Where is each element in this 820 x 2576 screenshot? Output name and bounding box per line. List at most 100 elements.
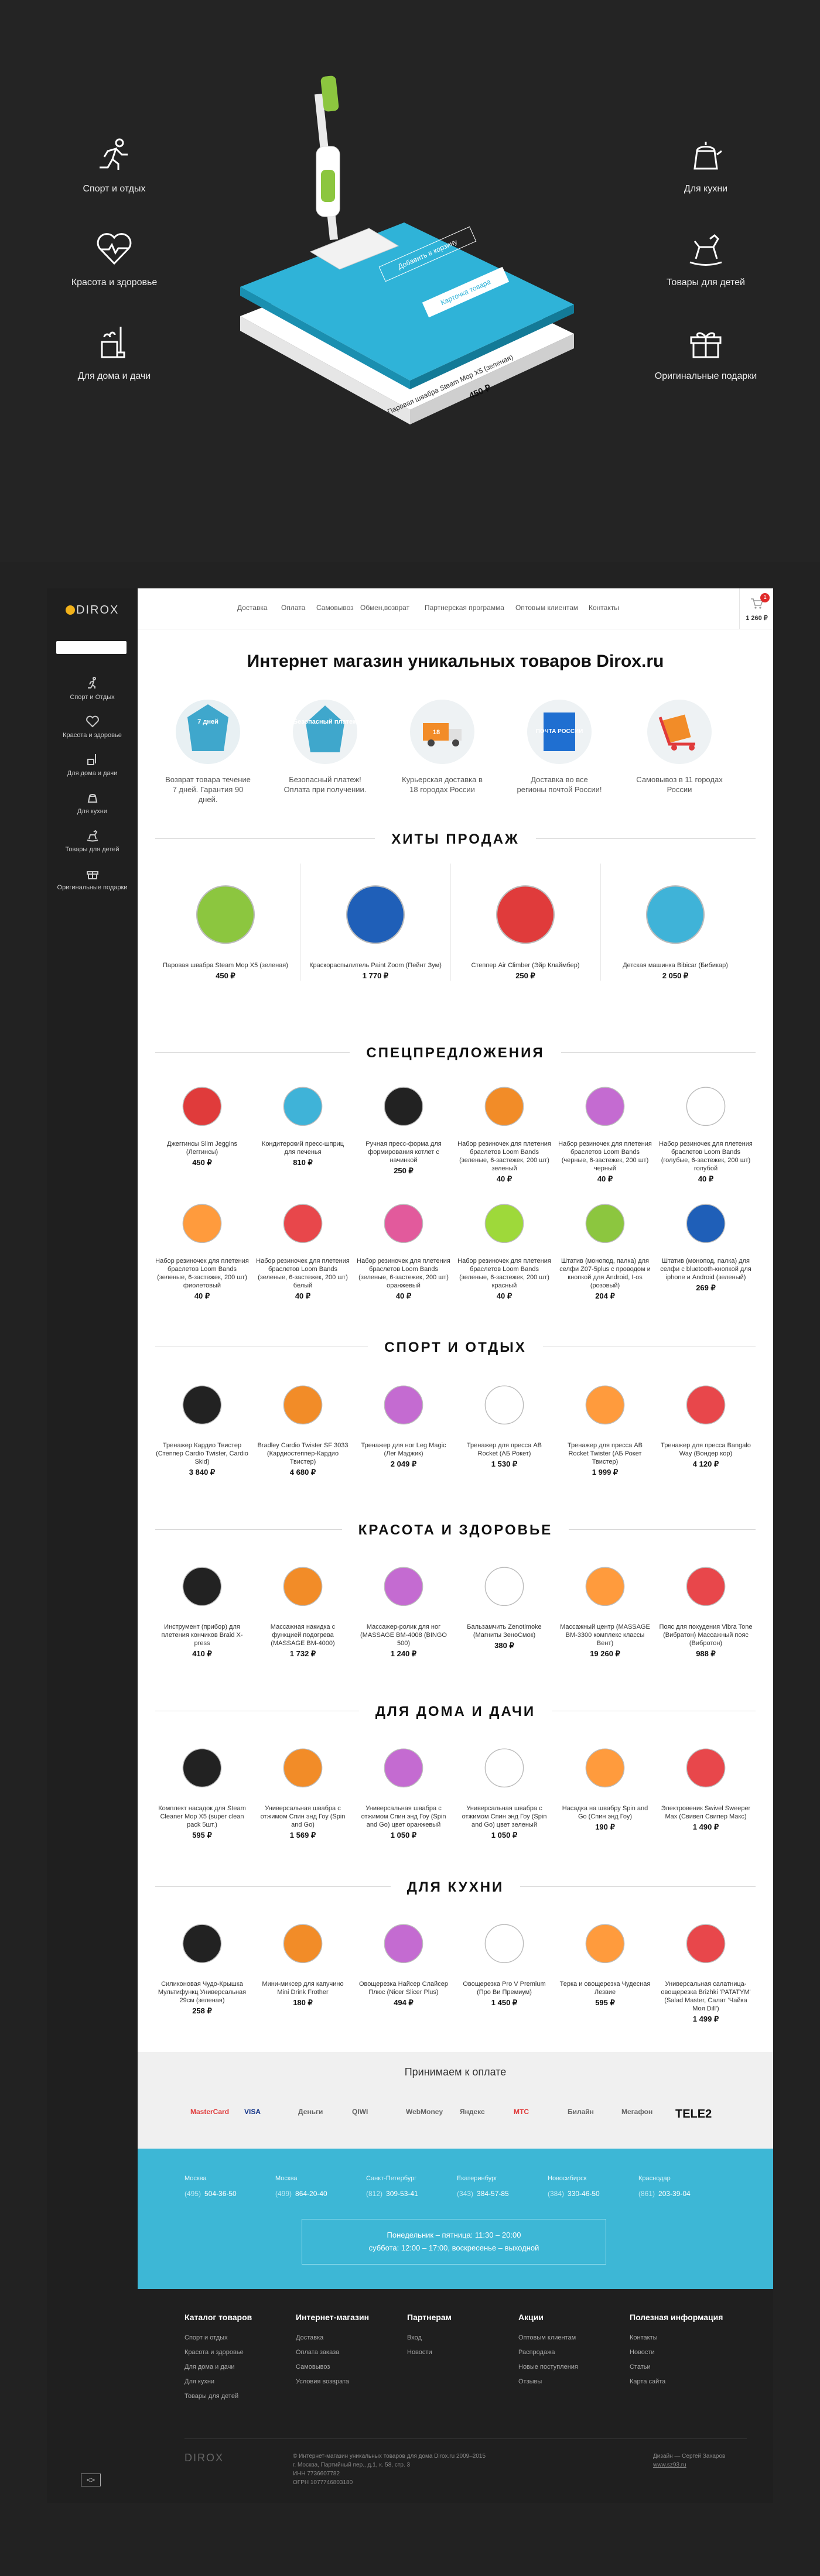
footer-link[interactable]: Отзывы (518, 2375, 578, 2389)
product-card[interactable]: Кондитерский пресс-шприц для печенья 810 … (256, 1074, 350, 1167)
product-card[interactable]: Массажная накидка с функцией подогрева (… (256, 1551, 350, 1658)
product-card[interactable]: Мини-миксер для капучино Mini Drink Frot… (256, 1909, 350, 2007)
cart-button[interactable]: 1 1 260 ₽ (739, 588, 773, 629)
product-image[interactable] (275, 1551, 331, 1616)
product-name[interactable]: Краскораспылитель Paint Zoom (Пейнт Зум) (305, 961, 446, 970)
product-image[interactable] (275, 1733, 331, 1797)
product-image[interactable] (577, 1370, 633, 1434)
product-image[interactable] (174, 1074, 230, 1133)
product-name[interactable]: Bradley Cardio Twister SF 3033 (Кардиост… (256, 1441, 350, 1466)
product-image[interactable] (678, 1074, 734, 1133)
design-credit-link[interactable]: www.sz93.ru (653, 2461, 725, 2469)
product-name[interactable]: Степпер Air Climber (Эйр Клаймбер) (455, 961, 596, 970)
product-card[interactable]: Набор резиночек для плетения браслетов L… (256, 1191, 350, 1300)
product-name[interactable]: Овощерезка Pro V Premium (Про Ви Премиум… (457, 1980, 551, 1996)
product-image[interactable] (174, 1733, 230, 1797)
product-image[interactable] (577, 1074, 633, 1133)
hero-cat-sport[interactable]: Спорт и отдых (50, 135, 179, 194)
footer-link[interactable]: Оплата заказа (296, 2345, 369, 2360)
product-name[interactable]: Насадка на швабру Spin and Go (Спин энд … (558, 1804, 652, 1821)
product-image[interactable] (476, 1370, 532, 1434)
product-name[interactable]: Силиконовая Чудо-Крышка Мультифункц Унив… (155, 1980, 249, 2005)
product-card[interactable]: Электровеник Swivel Sweeper Max (Свивел … (659, 1733, 753, 1831)
product-image[interactable] (577, 1733, 633, 1797)
footer-link[interactable]: Новости (630, 2345, 723, 2360)
product-name[interactable]: Кондитерский пресс-шприц для печенья (256, 1140, 350, 1156)
product-name[interactable]: Пояс для похудения Vibra Tone (Вибратон)… (659, 1623, 753, 1647)
hero-cat-gifts[interactable]: Оригинальные подарки (641, 322, 770, 382)
product-card[interactable]: Силиконовая Чудо-Крышка Мультифункц Унив… (155, 1909, 249, 2015)
contact-phone[interactable]: (861) 203-39-04 (638, 2190, 691, 2198)
product-card[interactable]: Пояс для похудения Vibra Tone (Вибратон)… (659, 1551, 753, 1658)
product-card[interactable]: Штатив (монопод, палка) для селфи Z07-5p… (558, 1191, 652, 1300)
product-card[interactable]: Набор резиночек для плетения браслетов L… (659, 1074, 753, 1183)
footer-link[interactable]: Самовывоз (296, 2360, 369, 2375)
product-name[interactable]: Тренажер Кардио Твистер (Степпер Cardio … (155, 1441, 249, 1466)
product-image[interactable] (476, 1191, 532, 1250)
footer-link[interactable]: Вход (407, 2331, 452, 2345)
product-name[interactable]: Набор резиночек для плетения браслетов L… (558, 1140, 652, 1173)
nav-exchange[interactable]: Обмен,возврат (360, 604, 409, 612)
product-name[interactable]: Джеггинсы Slim Jeggins (Леггинсы) (155, 1140, 249, 1156)
nav-partners[interactable]: Партнерская программа (425, 604, 504, 612)
product-name[interactable]: Штатив (монопод, палка) для селфи с blue… (659, 1257, 753, 1282)
product-card[interactable]: Набор резиночек для плетения браслетов L… (357, 1191, 450, 1300)
product-name[interactable]: Набор резиночек для плетения браслетов L… (155, 1257, 249, 1290)
hero-cat-beauty[interactable]: Красота и здоровье (50, 228, 179, 288)
product-card[interactable]: Ручная пресс-форма для формирования котл… (357, 1074, 450, 1175)
nav-contacts[interactable]: Контакты (589, 604, 619, 612)
product-card[interactable]: Набор резиночек для плетения браслетов L… (457, 1191, 551, 1300)
product-image[interactable] (633, 866, 718, 954)
product-image[interactable] (476, 1733, 532, 1797)
sidebar-item-gifts[interactable]: Оригинальные подарки (47, 866, 138, 891)
product-image[interactable] (375, 1191, 432, 1250)
product-name[interactable]: Универсальная швабра с отжимом Спин энд … (457, 1804, 551, 1829)
sidebar-search-input[interactable] (56, 641, 127, 654)
product-image[interactable] (375, 1909, 432, 1973)
product-image[interactable] (275, 1074, 331, 1133)
product-image[interactable] (678, 1551, 734, 1616)
product-card[interactable]: Тренажер для пресса AB Rocket (АБ Рокет)… (457, 1370, 551, 1468)
product-card[interactable]: Набор резиночек для плетения браслетов L… (155, 1191, 249, 1300)
product-card[interactable]: Инструмент (прибор) для плетения кончико… (155, 1551, 249, 1658)
product-image[interactable] (333, 866, 418, 954)
product-name[interactable]: Массажный центр (MASSAGE BM-3300 комплек… (558, 1623, 652, 1647)
product-name[interactable]: Мини-миксер для капучино Mini Drink Frot… (256, 1980, 350, 1996)
product-image[interactable] (577, 1191, 633, 1250)
footer-logo[interactable]: DIROX (184, 2452, 224, 2464)
footer-link[interactable]: Контакты (630, 2331, 723, 2345)
product-card[interactable]: Универсальная салатница-овощерезка Brizh… (659, 1909, 753, 2023)
product-name[interactable]: Бальзамчить Zenotimoke (Магниты ЗеноСмок… (457, 1623, 551, 1639)
product-name[interactable]: Набор резиночек для плетения браслетов L… (357, 1257, 450, 1290)
product-name[interactable]: Электровеник Swivel Sweeper Max (Свивел … (659, 1804, 753, 1821)
sidebar-item-kitchen[interactable]: Для кухни (47, 790, 138, 815)
product-card[interactable]: Массажный центр (MASSAGE BM-3300 комплек… (558, 1551, 652, 1658)
product-card[interactable]: Детская машинка Bibicar (Бибикар) 2 050 ₽ (605, 866, 746, 980)
product-name[interactable]: Детская машинка Bibicar (Бибикар) (605, 961, 746, 970)
footer-link[interactable]: Условия возврата (296, 2375, 369, 2389)
product-card[interactable]: Bradley Cardio Twister SF 3033 (Кардиост… (256, 1370, 350, 1477)
product-card[interactable]: Набор резиночек для плетения браслетов L… (457, 1074, 551, 1183)
product-name[interactable]: Набор резиночек для плетения браслетов L… (457, 1257, 551, 1290)
footer-link[interactable]: Спорт и отдых (184, 2331, 252, 2345)
footer-link[interactable]: Новости (407, 2345, 452, 2360)
product-card[interactable]: Штатив (монопод, палка) для селфи с blue… (659, 1191, 753, 1292)
sidebar-item-beauty[interactable]: Красота и здоровье (47, 714, 138, 739)
product-image[interactable] (174, 1551, 230, 1616)
sidebar-item-home[interactable]: Для дома и дачи (47, 752, 138, 777)
sidebar-item-kids[interactable]: Товары для детей (47, 828, 138, 853)
sidebar-item-sport[interactable]: Спорт и Отдых (47, 676, 138, 701)
footer-link[interactable]: Новые поступления (518, 2360, 578, 2375)
footer-link[interactable]: Товары для детей (184, 2389, 252, 2404)
product-name[interactable]: Паровая швабра Steam Mop X5 (зеленая) (155, 961, 296, 970)
product-name[interactable]: Штатив (монопод, палка) для селфи Z07-5p… (558, 1257, 652, 1290)
contact-phone[interactable]: (384) 330-46-50 (548, 2190, 600, 2198)
product-image[interactable] (577, 1909, 633, 1973)
product-card[interactable]: Краскораспылитель Paint Zoom (Пейнт Зум)… (305, 866, 446, 980)
product-name[interactable]: Набор резиночек для плетения браслетов L… (256, 1257, 350, 1290)
product-image[interactable] (174, 1909, 230, 1973)
product-card[interactable]: Комплект насадок для Steam Cleaner Mop X… (155, 1733, 249, 1839)
contact-phone[interactable]: (343) 384-57-85 (457, 2190, 509, 2198)
product-name[interactable]: Универсальная салатница-овощерезка Brizh… (659, 1980, 753, 2013)
product-name[interactable]: Универсальная швабра с отжимом Спин энд … (357, 1804, 450, 1829)
